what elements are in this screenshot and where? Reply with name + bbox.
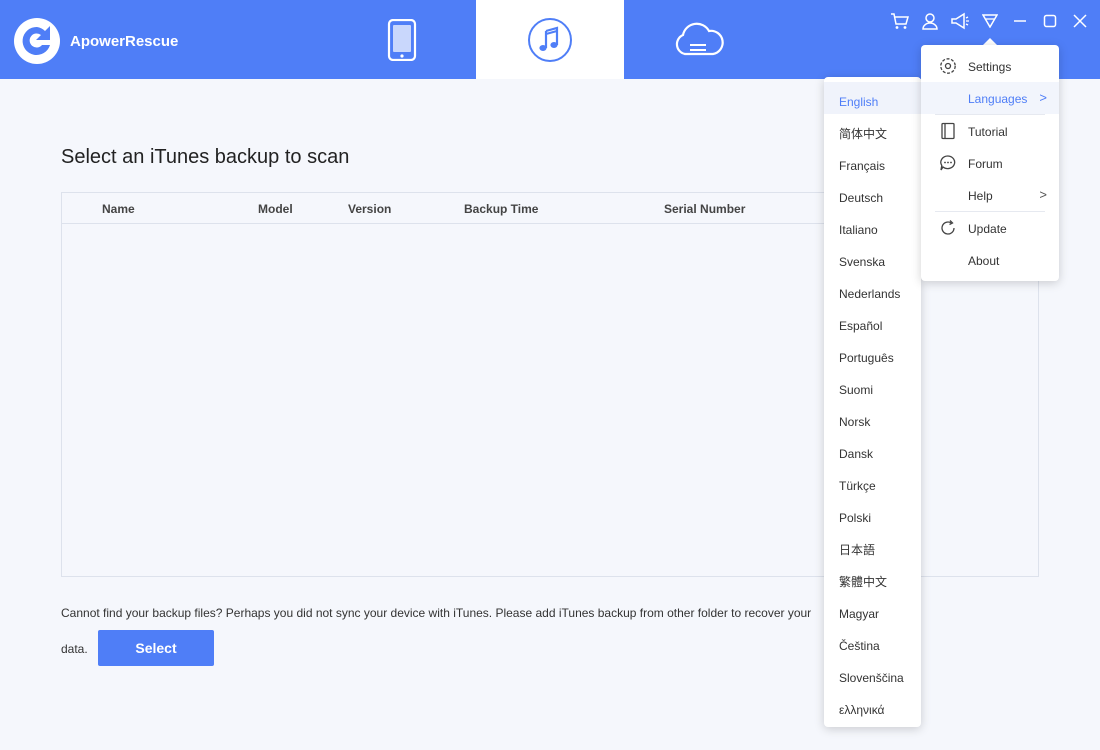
main-menu: Settings Languages > Tutorial Forum Help… [921, 45, 1059, 281]
phone-icon [387, 18, 417, 61]
maximize-icon[interactable] [1039, 10, 1061, 32]
info-text: Cannot find your backup files? Perhaps y… [61, 606, 812, 620]
column-header-name: Name [102, 202, 135, 216]
chat-bubble-icon [939, 154, 957, 172]
tab-device[interactable] [328, 0, 476, 79]
cloud-icon [675, 22, 724, 55]
close-icon[interactable] [1069, 10, 1091, 32]
language-option[interactable]: Polski [824, 498, 921, 530]
menu-item-languages[interactable]: Languages > [921, 82, 1059, 114]
refresh-icon [939, 219, 957, 237]
language-option[interactable]: Türkçe [824, 466, 921, 498]
menu-item-label: Settings [968, 60, 1012, 74]
info-text-continued: data. [61, 642, 88, 656]
language-option[interactable]: Magyar [824, 594, 921, 626]
tab-itunes[interactable] [476, 0, 624, 79]
column-header-serial-number: Serial Number [664, 202, 746, 216]
column-header-version: Version [348, 202, 392, 216]
menu-item-tutorial[interactable]: Tutorial [921, 115, 1059, 147]
column-header-backup-time: Backup Time [464, 202, 539, 216]
page-title: Select an iTunes backup to scan [61, 146, 350, 168]
language-option[interactable]: ελληνικά [824, 690, 921, 722]
select-button[interactable]: Select [98, 630, 214, 666]
chevron-right-icon: > [1039, 90, 1047, 105]
menu-triangle-icon[interactable] [979, 10, 1001, 32]
chevron-right-icon: > [1039, 187, 1047, 202]
megaphone-icon[interactable] [949, 10, 971, 32]
user-icon[interactable] [919, 10, 941, 32]
minimize-icon[interactable] [1009, 10, 1031, 32]
languages-submenu: English 简体中文 Français Deutsch Italiano Svensk… [824, 77, 921, 727]
language-option[interactable]: Čeština [824, 626, 921, 658]
cart-icon[interactable] [889, 10, 911, 32]
language-option[interactable]: Português [824, 338, 921, 370]
menu-item-label: Languages [968, 92, 1028, 106]
menu-item-label: Tutorial [968, 125, 1008, 139]
menu-item-label: Help [968, 189, 993, 203]
settings-gear-icon [939, 57, 957, 75]
language-option[interactable]: Slovenščina [824, 658, 921, 690]
menu-item-label: Forum [968, 157, 1003, 171]
language-option[interactable]: Nederlands [824, 274, 921, 306]
menu-item-update[interactable]: Update [921, 212, 1059, 244]
menu-item-forum[interactable]: Forum [921, 147, 1059, 179]
book-icon [939, 122, 957, 140]
language-option[interactable]: Svenska [824, 242, 921, 274]
app-logo [14, 18, 60, 64]
menu-item-about[interactable]: About [921, 244, 1059, 276]
menu-item-label: Update [968, 222, 1007, 236]
music-note-icon [528, 17, 572, 62]
language-option[interactable]: Italiano [824, 210, 921, 242]
language-option[interactable]: Deutsch [824, 178, 921, 210]
app-title: ApowerRescue [70, 33, 179, 50]
language-option[interactable]: Dansk [824, 434, 921, 466]
language-option[interactable]: 简体中文 [824, 114, 921, 146]
column-header-model: Model [258, 202, 293, 216]
tab-cloud[interactable] [624, 0, 772, 79]
language-option[interactable]: Español [824, 306, 921, 338]
menu-item-label: About [968, 254, 1000, 268]
language-option[interactable]: 繁體中文 [824, 562, 921, 594]
language-option[interactable]: Norsk [824, 402, 921, 434]
menu-item-settings[interactable]: Settings [921, 50, 1059, 82]
language-option[interactable]: English [824, 82, 921, 114]
language-option[interactable]: 日本語 [824, 530, 921, 562]
language-option[interactable]: Français [824, 146, 921, 178]
language-option[interactable]: Suomi [824, 370, 921, 402]
menu-item-help[interactable]: Help > [921, 179, 1059, 211]
